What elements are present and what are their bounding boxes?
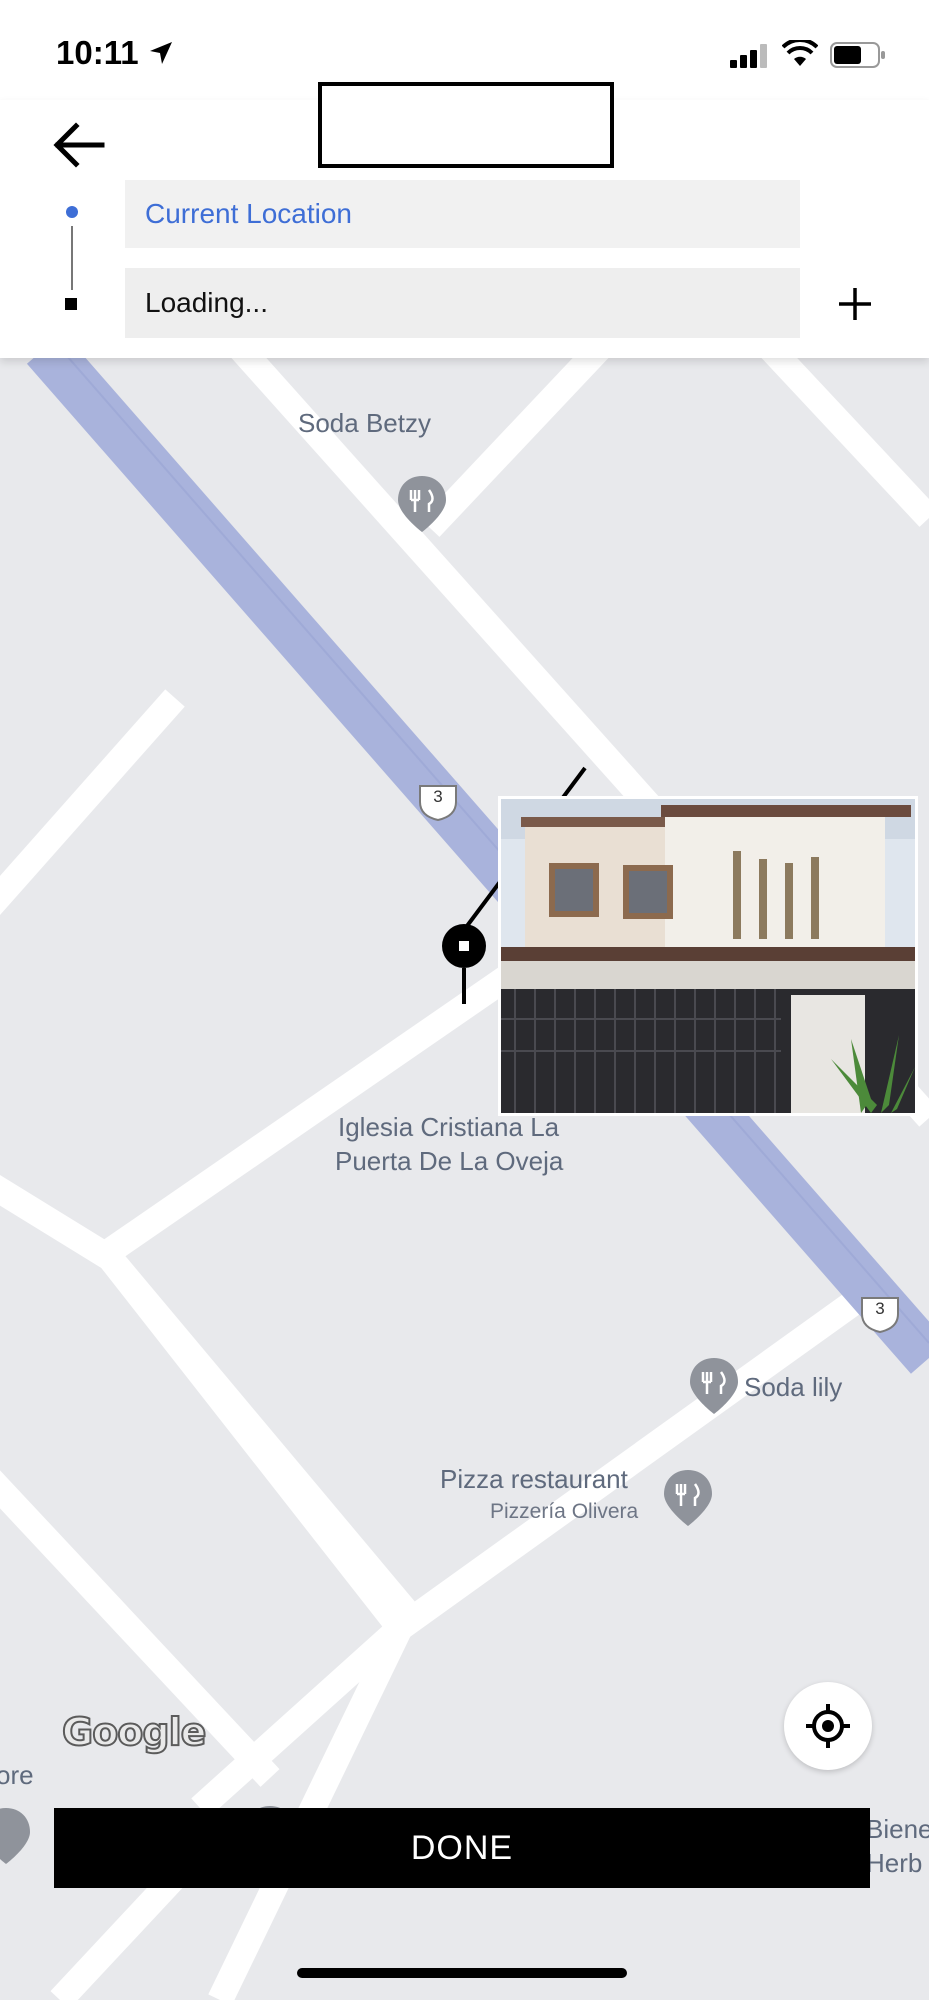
crosshair-icon [806, 1704, 850, 1748]
route-connector [71, 226, 73, 290]
home-indicator [297, 1968, 627, 1978]
pickup-dot-icon [66, 206, 78, 218]
route-shield-label: 3 [875, 1299, 885, 1318]
plus-icon [839, 288, 871, 320]
poi-label-partial: ore [0, 1760, 34, 1790]
battery-icon [830, 42, 885, 68]
google-attribution: Google [61, 1709, 207, 1755]
dropoff-input[interactable]: Loading... [125, 268, 800, 338]
done-button[interactable]: DONE [54, 1808, 870, 1888]
poi-label-partial: Biene [866, 1814, 929, 1844]
poi-label[interactable]: Soda lily [744, 1372, 842, 1403]
poi-label[interactable]: Puerta De La Oveja [335, 1146, 563, 1177]
poi-label[interactable]: Pizza restaurant [440, 1464, 628, 1495]
add-stop-button[interactable] [835, 284, 875, 324]
arrow-left-icon [53, 122, 105, 168]
shopping-pin-icon [0, 1808, 30, 1864]
poi-subtitle: Pizzería Olivera [490, 1500, 639, 1523]
house-photo [501, 799, 915, 1113]
wifi-icon [782, 40, 818, 66]
restaurant-pin-icon [664, 1470, 712, 1526]
route-shield-label: 3 [433, 787, 443, 806]
cellular-signal-icon [730, 44, 767, 68]
location-arrow-icon [150, 42, 172, 64]
redacted-title-box [318, 82, 614, 168]
poi-label[interactable]: Soda Betzy [298, 408, 431, 439]
pickup-input[interactable]: Current Location [125, 180, 800, 248]
street-view-photo[interactable] [498, 796, 918, 1116]
dropoff-square-icon [65, 298, 77, 310]
recenter-location-button[interactable] [784, 1682, 872, 1770]
poi-label-partial: Herb [866, 1848, 923, 1878]
status-time: 10:11 [56, 34, 139, 71]
back-button[interactable] [50, 120, 110, 170]
